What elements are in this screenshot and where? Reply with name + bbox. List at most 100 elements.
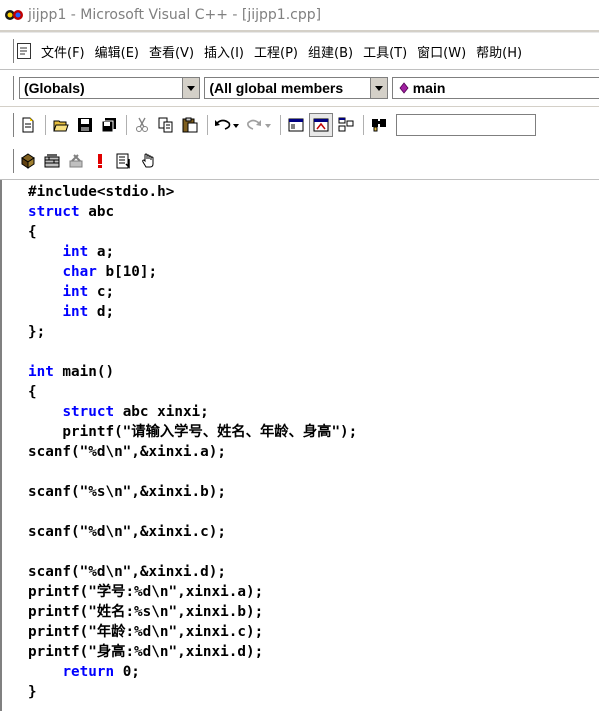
separator bbox=[363, 115, 364, 135]
menu-project[interactable]: 工程(P) bbox=[250, 42, 302, 61]
new-file-icon[interactable] bbox=[17, 114, 39, 136]
find-combo[interactable] bbox=[396, 114, 536, 136]
toolbar-grip[interactable] bbox=[9, 113, 14, 137]
code-token: { bbox=[28, 384, 37, 400]
build-icon[interactable] bbox=[41, 150, 63, 172]
code-token: scanf("%d\n",&xinxi.c); bbox=[28, 524, 226, 540]
code-line[interactable]: int main() bbox=[28, 362, 357, 382]
cut-icon[interactable] bbox=[131, 114, 153, 136]
code-token: printf("身高:%d\n",xinxi.d); bbox=[28, 644, 264, 660]
title-bar: jijpp1 - Microsoft Visual C++ - [jijpp1.… bbox=[0, 0, 599, 30]
code-line[interactable] bbox=[28, 342, 357, 362]
code-line[interactable]: printf("身高:%d\n",xinxi.d); bbox=[28, 642, 357, 662]
code-line[interactable]: struct abc bbox=[28, 202, 357, 222]
code-line[interactable]: { bbox=[28, 382, 357, 402]
menubar-grip[interactable] bbox=[9, 39, 14, 63]
code-line[interactable]: } bbox=[28, 682, 357, 702]
keyword-token: int bbox=[62, 244, 89, 260]
scope-combo[interactable]: (Globals) bbox=[18, 77, 201, 99]
standard-toolbar bbox=[0, 107, 599, 143]
menu-edit[interactable]: 编辑(E) bbox=[91, 42, 143, 61]
hand-cursor-icon[interactable] bbox=[137, 150, 159, 172]
go-icon[interactable] bbox=[113, 150, 135, 172]
code-line[interactable]: printf("请输入学号、姓名、年龄、身高"); bbox=[28, 422, 357, 442]
redo-icon[interactable] bbox=[244, 114, 274, 136]
code-editor[interactable]: #include<stdio.h> struct abc { int a; char… bbox=[0, 180, 599, 711]
execute-icon[interactable] bbox=[89, 150, 111, 172]
code-token: b[10]; bbox=[96, 264, 158, 280]
code-token: printf("学号:%d\n",xinxi.a); bbox=[28, 584, 264, 600]
code-line[interactable]: scanf("%d\n",&xinxi.d); bbox=[28, 562, 357, 582]
chevron-down-icon[interactable] bbox=[369, 78, 387, 98]
code-line[interactable]: scanf("%d\n",&xinxi.c); bbox=[28, 522, 357, 542]
code-token: printf("姓名:%s\n",xinxi.b); bbox=[28, 604, 264, 620]
code-token: }; bbox=[28, 324, 46, 340]
source-code[interactable]: #include<stdio.h> struct abc { int a; char… bbox=[28, 182, 357, 702]
code-token: #include<stdio.h> bbox=[28, 184, 175, 200]
code-line[interactable]: printf("学号:%d\n",xinxi.a); bbox=[28, 582, 357, 602]
wizardbar-grip[interactable] bbox=[9, 76, 14, 100]
code-line[interactable]: return 0; bbox=[28, 662, 357, 682]
code-line[interactable]: char b[10]; bbox=[28, 262, 357, 282]
code-line[interactable]: scanf("%d\n",&xinxi.a); bbox=[28, 442, 357, 462]
keyword-token: char bbox=[62, 264, 97, 280]
copy-icon[interactable] bbox=[155, 114, 177, 136]
code-line[interactable]: printf("姓名:%s\n",xinxi.b); bbox=[28, 602, 357, 622]
menu-bar: 文件(F) 编辑(E) 查看(V) 插入(I) 工程(P) 组建(B) 工具(T… bbox=[0, 32, 599, 70]
separator bbox=[45, 115, 46, 135]
code-line[interactable]: int d; bbox=[28, 302, 357, 322]
member-combo[interactable]: main bbox=[391, 77, 599, 99]
workspace-icon[interactable] bbox=[285, 114, 307, 136]
code-line[interactable]: printf("年龄:%d\n",xinxi.c); bbox=[28, 622, 357, 642]
menu-tools[interactable]: 工具(T) bbox=[359, 42, 411, 61]
code-token: d; bbox=[88, 304, 115, 320]
code-token: scanf("%d\n",&xinxi.a); bbox=[28, 444, 226, 460]
menu-window[interactable]: 窗口(W) bbox=[413, 42, 470, 61]
code-line[interactable]: #include<stdio.h> bbox=[28, 182, 357, 202]
keyword-token: struct bbox=[62, 404, 115, 420]
document-icon[interactable] bbox=[17, 43, 31, 59]
code-line[interactable]: int a; bbox=[28, 242, 357, 262]
stop-build-icon[interactable] bbox=[65, 150, 87, 172]
chevron-down-icon[interactable] bbox=[182, 78, 200, 98]
compile-icon[interactable] bbox=[17, 150, 39, 172]
code-token: main() bbox=[53, 364, 115, 380]
code-token: abc xinxi; bbox=[114, 404, 209, 420]
menu-insert[interactable]: 插入(I) bbox=[200, 42, 248, 61]
find-in-files-icon[interactable] bbox=[368, 114, 390, 136]
code-line[interactable] bbox=[28, 502, 357, 522]
code-line[interactable]: struct abc xinxi; bbox=[28, 402, 357, 422]
toolbar-grip[interactable] bbox=[9, 149, 14, 173]
filter-combo[interactable]: (All global members bbox=[204, 77, 388, 99]
save-icon[interactable] bbox=[74, 114, 96, 136]
menu-build[interactable]: 组建(B) bbox=[304, 42, 357, 61]
code-token: } bbox=[28, 684, 37, 700]
visual-cpp-app-icon bbox=[4, 8, 24, 22]
keyword-token: int bbox=[62, 304, 89, 320]
code-line[interactable]: int c; bbox=[28, 282, 357, 302]
open-folder-icon[interactable] bbox=[50, 114, 72, 136]
output-icon[interactable] bbox=[309, 113, 333, 137]
code-token: a; bbox=[88, 244, 115, 260]
code-line[interactable]: scanf("%s\n",&xinxi.b); bbox=[28, 482, 357, 502]
save-all-icon[interactable] bbox=[98, 114, 120, 136]
wizard-bar: (Globals) (All global members main bbox=[0, 70, 599, 106]
code-token: abc bbox=[79, 204, 115, 220]
menu-view[interactable]: 查看(V) bbox=[145, 42, 198, 61]
code-token: scanf("%d\n",&xinxi.d); bbox=[28, 564, 226, 580]
window-list-icon[interactable] bbox=[335, 114, 357, 136]
code-line[interactable] bbox=[28, 542, 357, 562]
menu-file[interactable]: 文件(F) bbox=[37, 42, 89, 61]
member-value: main bbox=[412, 80, 446, 96]
undo-icon[interactable] bbox=[212, 114, 242, 136]
code-line[interactable] bbox=[28, 462, 357, 482]
keyword-token: int bbox=[28, 364, 54, 380]
build-toolbar bbox=[0, 143, 599, 180]
code-line[interactable]: }; bbox=[28, 322, 357, 342]
code-line[interactable]: { bbox=[28, 222, 357, 242]
menu-help[interactable]: 帮助(H) bbox=[472, 42, 526, 61]
paste-icon[interactable] bbox=[179, 114, 201, 136]
